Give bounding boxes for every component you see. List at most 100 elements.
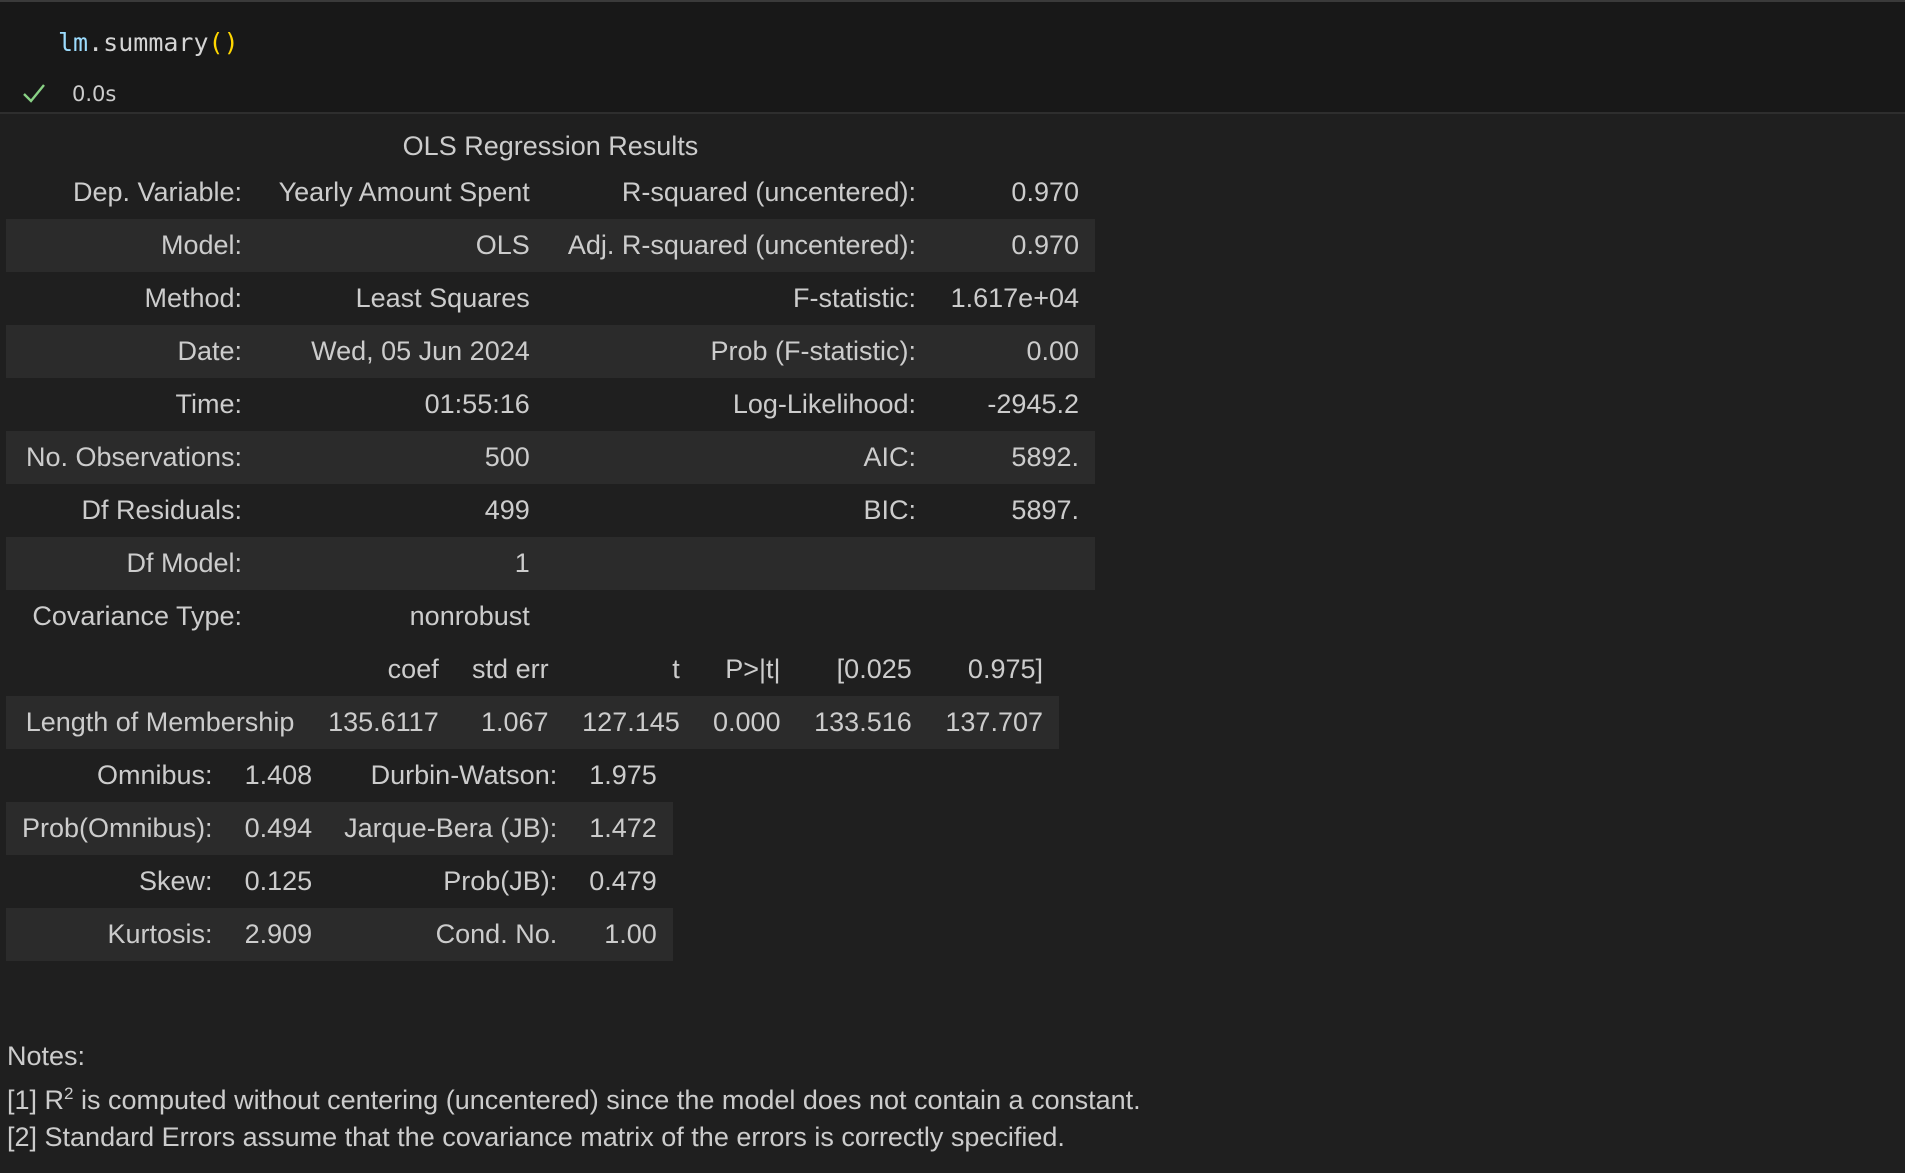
- summary-title: OLS Regression Results: [402, 131, 699, 161]
- summary-label: Df Residuals:: [81, 495, 243, 525]
- summary-label: Prob (F-statistic):: [710, 336, 917, 366]
- summary-label: Adj. R-squared (uncentered):: [567, 230, 917, 260]
- coef-variable-name: Length of Membership: [25, 707, 295, 737]
- summary-label: Time:: [175, 389, 243, 419]
- cell-output: OLS Regression Results Dep. Variable: Yea…: [6, 126, 1095, 961]
- note-1: [1] R2 is computed without centering (un…: [7, 1075, 1141, 1119]
- diagnostic-label: Skew:: [139, 866, 213, 896]
- summary-value: [932, 537, 1095, 590]
- coef-value: 1.067: [481, 707, 549, 737]
- summary-label: Covariance Type:: [32, 601, 243, 631]
- coef-column-header: t: [672, 654, 680, 684]
- code-dot: .: [88, 28, 104, 57]
- coef-header-blank: [6, 643, 310, 696]
- diagnostic-value: 1.975: [589, 760, 657, 790]
- summary-value: OLS: [475, 230, 530, 260]
- diagnostic-value: 0.494: [244, 813, 313, 843]
- summary-value: Least Squares: [355, 283, 530, 313]
- summary-value: 5897.: [1011, 495, 1079, 525]
- diagnostic-value: 1.408: [244, 760, 313, 790]
- summary-label: Date:: [177, 336, 243, 366]
- summary-row: Covariance Type: nonrobust: [6, 590, 1095, 643]
- coef-column-header: [0.025: [836, 654, 912, 684]
- code-method: summary: [103, 28, 209, 57]
- diagnostic-row: Omnibus: 1.408 Durbin-Watson: 1.975: [6, 749, 673, 802]
- summary-label: F-statistic:: [793, 283, 917, 313]
- note-2: [2] Standard Errors assume that the cova…: [7, 1122, 1065, 1152]
- diagnostic-label: Durbin-Watson:: [370, 760, 558, 790]
- coef-value: 127.145: [582, 707, 680, 737]
- summary-value: 0.00: [1026, 336, 1079, 366]
- coef-column-header: P>|t|: [725, 654, 781, 684]
- diagnostic-label: Omnibus:: [97, 760, 213, 790]
- summary-value: [932, 590, 1095, 643]
- note-1-prefix: [1] R: [7, 1085, 65, 1115]
- coef-column-header: coef: [387, 654, 439, 684]
- summary-row: Date: Wed, 05 Jun 2024 Prob (F-statistic):…: [6, 325, 1095, 378]
- diagnostic-value: 2.909: [244, 919, 313, 949]
- diagnostic-value: 1.00: [604, 919, 657, 949]
- diagnostic-label: Jarque-Bera (JB):: [344, 813, 558, 843]
- notes-heading: Notes:: [7, 1041, 86, 1071]
- cell-divider: [0, 112, 1905, 114]
- diagnostic-label: Cond. No.: [435, 919, 558, 949]
- summary-row: Df Model: 1: [6, 537, 1095, 590]
- coef-value: 133.516: [814, 707, 912, 737]
- summary-label: Log-Likelihood:: [732, 389, 917, 419]
- summary-label: [546, 590, 932, 643]
- summary-value: -2945.2: [987, 389, 1079, 419]
- summary-row: No. Observations: 500 AIC: 5892.: [6, 431, 1095, 484]
- coefficients-table: coef std err t P>|t| [0.025 0.975] Length of …: [6, 643, 1059, 749]
- diagnostics-table: Omnibus: 1.408 Durbin-Watson: 1.975 Prob(Omn…: [6, 749, 673, 961]
- summary-value: 0.970: [1011, 230, 1079, 260]
- notes: Notes: [1] R2 is computed without center…: [7, 1038, 1141, 1156]
- execution-time: 0.0s: [72, 82, 117, 106]
- summary-value: 499: [484, 495, 530, 525]
- summary-label: Dep. Variable:: [72, 177, 243, 207]
- diagnostic-value: 1.472: [589, 813, 657, 843]
- summary-value: 0.970: [1011, 177, 1079, 207]
- summary-value: 1.617e+04: [950, 283, 1079, 313]
- summary-row: Df Residuals: 499 BIC: 5897.: [6, 484, 1095, 537]
- diagnostic-label: Kurtosis:: [107, 919, 213, 949]
- code-object: lm: [58, 28, 89, 57]
- check-icon: [23, 84, 45, 103]
- summary-value: 500: [484, 442, 530, 472]
- summary-row: Model: OLS Adj. R-squared (uncentered): 0.9…: [6, 219, 1095, 272]
- summary-row: Method: Least Squares F-statistic: 1.617e+0…: [6, 272, 1095, 325]
- diagnostic-value: 0.479: [589, 866, 657, 896]
- model-summary-table: OLS Regression Results Dep. Variable: Yea…: [6, 126, 1095, 643]
- diagnostic-row: Skew: 0.125 Prob(JB): 0.479: [6, 855, 673, 908]
- note-1-text: is computed without centering (uncentere…: [73, 1085, 1141, 1115]
- summary-label: No. Observations:: [25, 442, 243, 472]
- summary-label: R-squared (uncentered):: [621, 177, 917, 207]
- summary-label: BIC:: [863, 495, 917, 525]
- summary-row: Dep. Variable: Yearly Amount Spent R-squar…: [6, 166, 1095, 219]
- summary-value: 5892.: [1011, 442, 1079, 472]
- code-line[interactable]: lm.summary(): [58, 28, 239, 57]
- summary-value: 1: [514, 548, 530, 578]
- summary-value: 01:55:16: [424, 389, 530, 419]
- summary-value: Wed, 05 Jun 2024: [311, 336, 530, 366]
- code-parens: (): [208, 28, 239, 57]
- summary-value: Yearly Amount Spent: [278, 177, 530, 207]
- coef-value: 137.707: [945, 707, 1043, 737]
- summary-label: [546, 537, 932, 590]
- summary-value: nonrobust: [409, 601, 530, 631]
- diagnostic-value: 0.125: [244, 866, 313, 896]
- note-1-superscript: 2: [64, 1084, 74, 1103]
- diagnostic-row: Prob(Omnibus): 0.494 Jarque-Bera (JB): 1.47…: [6, 802, 673, 855]
- summary-row: Time: 01:55:16 Log-Likelihood: -2945.2: [6, 378, 1095, 431]
- diagnostic-label: Prob(Omnibus):: [22, 813, 213, 843]
- coef-row: Length of Membership 135.6117 1.067 127.145…: [6, 696, 1059, 749]
- coef-value: 135.6117: [328, 707, 439, 737]
- diagnostic-label: Prob(JB):: [443, 866, 558, 896]
- coef-value: 0.000: [712, 707, 781, 737]
- coef-column-header: 0.975]: [967, 654, 1043, 684]
- summary-label: AIC:: [863, 442, 917, 472]
- coef-header-row: coef std err t P>|t| [0.025 0.975]: [6, 643, 1059, 696]
- summary-label: Df Model:: [126, 548, 243, 578]
- code-cell[interactable]: lm.summary() 0.0s: [0, 0, 1905, 112]
- coef-column-header: std err: [472, 654, 549, 684]
- summary-label: Method:: [144, 283, 243, 313]
